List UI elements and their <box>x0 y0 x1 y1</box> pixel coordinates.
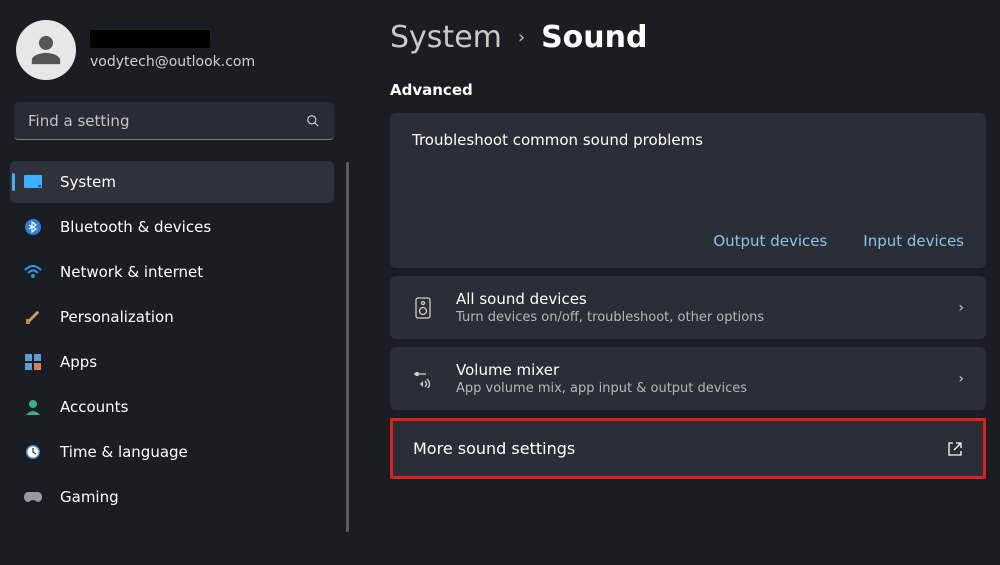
output-devices-link[interactable]: Output devices <box>713 232 827 250</box>
profile-email: vodytech@outlook.com <box>90 54 255 70</box>
nav-list: System Bluetooth & devices Network & int… <box>10 158 340 555</box>
sidebar-item-accounts[interactable]: Accounts <box>10 386 334 428</box>
sidebar-item-time-language[interactable]: Time & language <box>10 431 334 473</box>
sidebar-item-apps[interactable]: Apps <box>10 341 334 383</box>
chevron-right-icon: › <box>958 371 964 387</box>
sidebar-item-network[interactable]: Network & internet <box>10 251 334 293</box>
sidebar-item-label: Time & language <box>60 443 188 461</box>
breadcrumb: System › Sound <box>390 20 990 55</box>
sidebar-item-label: System <box>60 173 116 191</box>
section-title-advanced: Advanced <box>390 81 990 99</box>
profile-name-redacted <box>90 30 210 48</box>
sidebar-item-personalization[interactable]: Personalization <box>10 296 334 338</box>
sidebar-item-label: Apps <box>60 353 97 371</box>
mixer-title: Volume mixer <box>456 361 936 379</box>
troubleshoot-title: Troubleshoot common sound problems <box>412 131 964 149</box>
search-icon <box>306 114 320 128</box>
search-placeholder: Find a setting <box>28 112 129 130</box>
network-icon <box>24 263 42 281</box>
time-icon <box>24 443 42 461</box>
more-settings-title: More sound settings <box>413 439 575 458</box>
chevron-right-icon: › <box>518 27 525 48</box>
profile-section[interactable]: vodytech@outlook.com <box>10 18 340 96</box>
sidebar-item-label: Gaming <box>60 488 119 506</box>
search-input[interactable]: Find a setting <box>14 102 334 140</box>
avatar <box>16 20 76 80</box>
all-devices-sub: Turn devices on/off, troubleshoot, other… <box>456 310 936 325</box>
sidebar-item-gaming[interactable]: Gaming <box>10 476 334 518</box>
sidebar-item-system[interactable]: System <box>10 161 334 203</box>
personalization-icon <box>24 308 42 326</box>
breadcrumb-parent[interactable]: System <box>390 20 502 55</box>
more-sound-settings-row[interactable]: More sound settings <box>390 418 986 479</box>
sidebar-item-label: Bluetooth & devices <box>60 218 211 236</box>
accounts-icon <box>24 398 42 416</box>
breadcrumb-current: Sound <box>541 20 647 55</box>
gaming-icon <box>24 488 42 506</box>
all-devices-title: All sound devices <box>456 290 936 308</box>
system-icon <box>24 173 42 191</box>
chevron-right-icon: › <box>958 300 964 316</box>
profile-text: vodytech@outlook.com <box>90 30 255 70</box>
speaker-icon <box>412 297 434 319</box>
sidebar-item-label: Personalization <box>60 308 174 326</box>
mixer-icon <box>412 370 434 388</box>
sidebar-item-label: Network & internet <box>60 263 203 281</box>
mixer-sub: App volume mix, app input & output devic… <box>456 381 936 396</box>
all-sound-devices-row[interactable]: All sound devices Turn devices on/off, t… <box>390 276 986 339</box>
apps-icon <box>24 353 42 371</box>
scrollbar[interactable] <box>346 162 349 532</box>
bluetooth-icon <box>24 218 42 236</box>
sidebar-item-bluetooth[interactable]: Bluetooth & devices <box>10 206 334 248</box>
external-link-icon <box>947 441 963 457</box>
sidebar-item-label: Accounts <box>60 398 128 416</box>
volume-mixer-row[interactable]: Volume mixer App volume mix, app input &… <box>390 347 986 410</box>
sidebar: vodytech@outlook.com Find a setting Syst… <box>0 0 350 565</box>
troubleshoot-card: Troubleshoot common sound problems Outpu… <box>390 113 986 268</box>
person-icon <box>29 33 63 67</box>
content-area: System › Sound Advanced Troubleshoot com… <box>350 0 1000 565</box>
input-devices-link[interactable]: Input devices <box>863 232 964 250</box>
